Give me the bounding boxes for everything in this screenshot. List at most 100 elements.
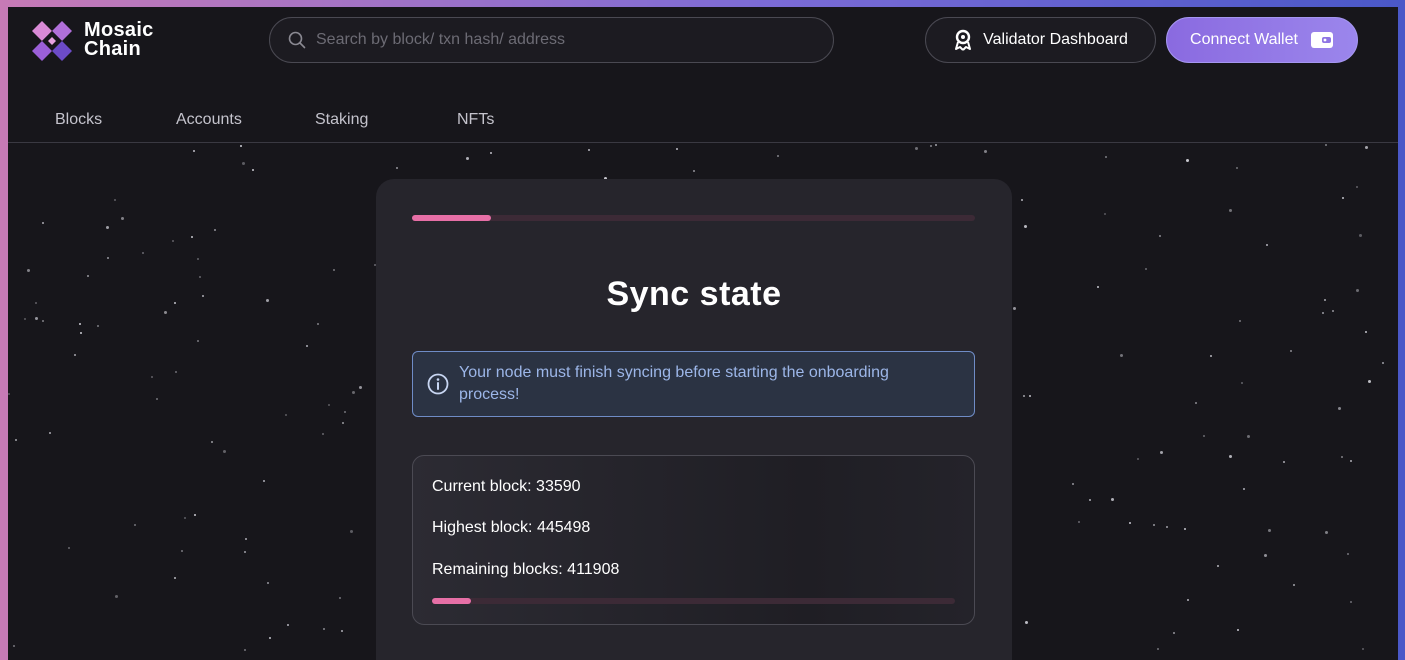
star-dot (174, 302, 177, 305)
current-block-label: Current block: (432, 478, 537, 495)
star-dot (1242, 487, 1245, 490)
star-dot (1340, 455, 1343, 458)
star-dot (181, 549, 184, 552)
star-dot (96, 325, 99, 328)
star-dot (1144, 267, 1147, 270)
star-dot (184, 516, 187, 519)
star-dot (341, 421, 344, 424)
search-bar[interactable] (269, 17, 834, 63)
star-dot (266, 298, 270, 302)
star-dot (196, 339, 199, 342)
star-dot (395, 166, 398, 169)
page-title: Sync state (606, 275, 782, 313)
star-dot (341, 629, 344, 632)
star-dot (286, 623, 289, 626)
star-dot (202, 295, 205, 298)
star-dot (351, 390, 355, 394)
star-dot (1185, 158, 1189, 162)
star-dot (322, 433, 325, 436)
nav-item-blocks[interactable]: Blocks (55, 111, 102, 129)
star-dot (252, 168, 255, 171)
star-dot (1283, 460, 1286, 463)
star-dot (1337, 406, 1341, 410)
star-dot (1349, 601, 1352, 604)
star-dot (134, 523, 137, 526)
star-dot (48, 432, 51, 435)
star-dot (1186, 599, 1189, 601)
star-dot (1195, 402, 1198, 405)
star-dot (1324, 530, 1328, 534)
current-block-value: 33590 (536, 478, 581, 495)
brand-name: Mosaic Chain (84, 20, 154, 59)
validator-badge-icon (953, 29, 973, 51)
connect-wallet-button[interactable]: Connect Wallet (1166, 17, 1358, 63)
star-dot (323, 627, 326, 630)
star-dot (1156, 648, 1159, 651)
star-dot (1028, 395, 1031, 398)
star-dot (269, 637, 272, 640)
star-dot (588, 148, 591, 151)
star-dot (984, 150, 988, 154)
star-dot (1078, 520, 1080, 523)
sync-state-card: Sync state Your node must finish syncing… (376, 179, 1012, 660)
star-dot (1158, 234, 1161, 237)
star-dot (1289, 350, 1292, 353)
nav-item-staking[interactable]: Staking (315, 111, 368, 129)
connect-wallet-label: Connect Wallet (1190, 31, 1298, 48)
sync-stats-panel: Current block: 33590 Highest block: 4454… (412, 455, 975, 625)
star-dot (8, 392, 11, 395)
star-dot (306, 344, 309, 347)
brand-logo[interactable]: Mosaic Chain (28, 17, 154, 63)
step-progress-fill (412, 215, 491, 221)
star-dot (1349, 459, 1352, 462)
star-dot (156, 397, 159, 400)
star-dot (172, 240, 175, 243)
star-dot (164, 311, 168, 315)
validator-dashboard-button[interactable]: Validator Dashboard (925, 17, 1156, 63)
star-dot (1097, 286, 1100, 289)
sync-progress-fill (432, 598, 472, 604)
star-dot (239, 144, 242, 147)
remaining-blocks-row: Remaining blocks: 411908 (432, 561, 619, 579)
star-dot (776, 155, 779, 158)
star-dot (1203, 435, 1206, 438)
star-dot (1239, 319, 1242, 322)
star-dot (1247, 434, 1251, 438)
search-input[interactable] (316, 31, 816, 49)
notice-text: Your node must finish syncing before sta… (459, 364, 889, 403)
star-dot (1210, 355, 1213, 358)
star-dot (1364, 331, 1367, 334)
star-dot (243, 551, 246, 554)
star-dot (1120, 354, 1124, 358)
nav-item-accounts[interactable]: Accounts (176, 111, 242, 129)
star-dot (42, 319, 45, 322)
star-dot (34, 301, 37, 304)
remaining-blocks-label: Remaining blocks: (432, 561, 568, 578)
highest-block-row: Highest block: 445498 (432, 519, 590, 537)
current-block-row: Current block: 33590 (432, 478, 581, 496)
star-dot (350, 530, 354, 534)
star-dot (1183, 528, 1186, 531)
star-dot (173, 576, 176, 579)
search-icon (288, 31, 306, 49)
star-dot (929, 144, 932, 147)
star-dot (1111, 498, 1115, 502)
highest-block-label: Highest block: (432, 519, 537, 536)
star-dot (114, 594, 118, 598)
star-dot (1324, 143, 1327, 146)
window-frame: Mosaic Chain Search by block/ txn hash/ … (0, 0, 1405, 660)
nav-item-nfts[interactable]: NFTs (457, 111, 494, 129)
star-dot (244, 648, 247, 651)
star-dot (113, 199, 116, 202)
star-dot (1364, 145, 1368, 149)
star-dot (1355, 289, 1359, 293)
star-dot (223, 449, 227, 453)
star-dot (1237, 629, 1240, 632)
star-dot (78, 323, 81, 326)
star-dot (1103, 213, 1106, 216)
star-dot (1358, 234, 1362, 238)
star-dot (1159, 451, 1163, 455)
star-dot (1152, 524, 1155, 527)
star-dot (213, 228, 216, 231)
validator-dashboard-label: Validator Dashboard (983, 31, 1128, 48)
